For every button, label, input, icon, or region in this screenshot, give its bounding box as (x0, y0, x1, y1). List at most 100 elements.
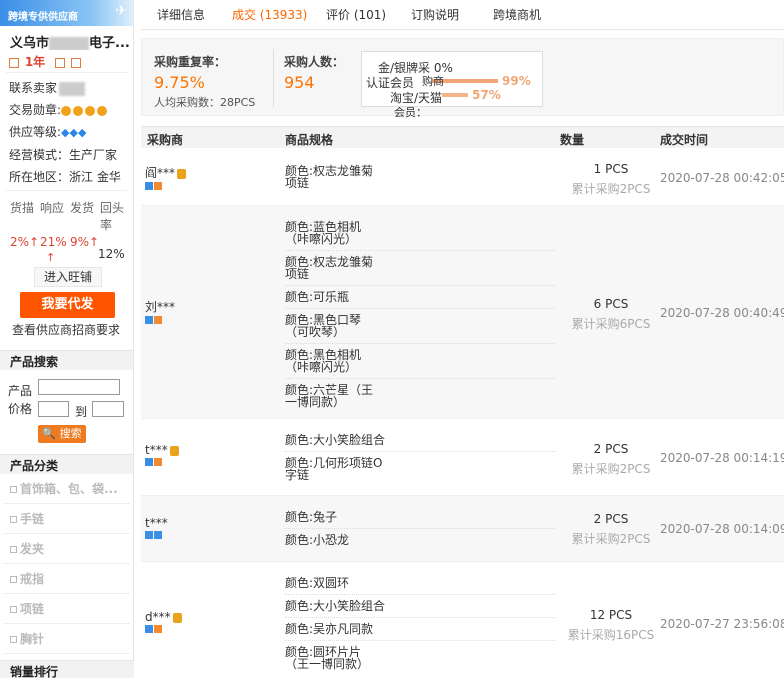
quantity: 6 PCS 累计采购6PCS (571, 297, 651, 331)
up-arrow-icon: ↑ (46, 251, 56, 264)
purchase-summary: 采购重复率： 9.75% 人均采购数：28PCS 采购人数： 954 金/银牌采… (141, 38, 784, 119)
expand-icon (10, 576, 17, 583)
product-keyword-input[interactable] (38, 379, 120, 395)
buyer-name: t*** (145, 516, 168, 545)
buyer-name: 阎*** (145, 164, 187, 196)
contact-seller-link[interactable]: 联系卖家 (9, 81, 57, 95)
verified-icon (55, 57, 66, 68)
buyer-name: d*** (145, 610, 182, 639)
category-item[interactable]: 胸针 (4, 624, 129, 654)
quantity: 12 PCS 累计采购16PCS (567, 608, 655, 642)
tab-transactions[interactable]: 成交 (13933) (232, 6, 307, 23)
medal-icon (85, 105, 96, 116)
business-model: 经营模式：生产厂家 (9, 148, 118, 162)
stats-trend: ↑ 12% (0, 247, 133, 267)
medal-icon (97, 105, 108, 116)
price-label: 价格 (8, 402, 33, 416)
price-to-label: 到 (75, 405, 88, 419)
supply-level-label: 供应等级: (9, 125, 62, 139)
search-button[interactable]: 🔍 搜索 (38, 425, 86, 443)
avg-purchase: 人均采购数：28PCS (154, 96, 256, 109)
sales-rank-title: 销量排行 (0, 660, 134, 678)
member-icon (145, 316, 153, 324)
repeat-rate-value: 9.75% (154, 73, 205, 92)
trade-medal-label: 交易勋章: (9, 103, 62, 117)
spec-list: 颜色:兔子 颜色:小恐龙 (285, 506, 555, 551)
table-row: d*** 颜色:双圆环 颜色:大小笑脸组合 颜色:吴亦凡同款 颜色:圆环片片（王… (141, 562, 784, 678)
category-item[interactable]: 手链 (4, 504, 129, 534)
crown-icon (169, 445, 179, 456)
enter-shop-button[interactable]: 进入旺铺 (34, 267, 102, 287)
expand-icon (10, 486, 17, 493)
price-max-input[interactable] (92, 401, 124, 417)
table-row: 阎*** 颜色:权志龙雏菊项链 1 PCS 累计采购2PCS 2020-07-2… (141, 148, 784, 206)
member-icon (145, 458, 153, 466)
medal-icon (73, 105, 84, 116)
tab-cross-border[interactable]: 跨境商机 (493, 6, 541, 23)
table-row: t*** 颜色:兔子 颜色:小恐龙 2 PCS 累计采购2PCS 2020-07… (141, 496, 784, 562)
buyers-block: 采购人数： 954 (284, 55, 345, 92)
expand-icon (10, 546, 17, 553)
product-label: 产品 (8, 384, 33, 398)
badge-icon (154, 316, 162, 324)
category-item[interactable]: 项链 (4, 594, 129, 624)
spec-list: 颜色:权志龙雏菊项链 (285, 164, 374, 190)
spec-list: 颜色:大小笑脸组合 颜色:几何形项链O字链 (285, 429, 555, 486)
quantity: 2 PCS 累计采购2PCS (571, 442, 651, 476)
category-item[interactable]: 戒指 (4, 564, 129, 594)
diamond-icon: ◆◆◆ (61, 126, 87, 139)
crown-icon (172, 612, 182, 623)
deal-time: 2020-07-28 00:40:49 (660, 306, 784, 320)
buyer-name: 刘*** (145, 298, 175, 330)
buyer-breakdown-tooltip: 金/银牌采 0% 认证会员 99% 淘宝/天猫 57% 会员： 购商 (361, 51, 543, 119)
medal-icon (61, 105, 72, 116)
membership-icon (9, 57, 19, 68)
table-row: t*** 颜色:大小笑脸组合 颜色:几何形项链O字链 2 PCS 累计采购2PC… (141, 419, 784, 496)
expand-icon (10, 516, 17, 523)
main-content: 详细信息 成交 (13933) 评价 (101) 订购说明 跨境商机 采购重复率… (141, 0, 784, 678)
repeat-rate-block: 采购重复率： 9.75% 人均采购数：28PCS (154, 55, 256, 109)
transactions-table-header: 采购商 商品规格 数量 成交时间 (141, 126, 784, 148)
expand-icon (10, 606, 17, 613)
table-row: 刘*** 颜色:蓝色相机（咔嚓闪光） 颜色:权志龙雏菊项链 颜色:可乐瓶 颜色:… (141, 206, 784, 419)
supplier-info: 联系卖家 交易勋章: 供应等级:◆◆◆ 经营模式：生产厂家 所在地区：浙江 金华 (0, 75, 133, 188)
region: 所在地区：浙江 金华 (9, 170, 121, 184)
buyers-value: 954 (284, 73, 315, 92)
dropship-button[interactable]: 我要代发 (20, 292, 115, 318)
member-icon (145, 531, 153, 539)
badge-icon (154, 531, 162, 539)
product-search-form: 产品 价格 到 🔍 搜索 (0, 370, 133, 450)
shop-name[interactable]: 义乌市 电子... (0, 26, 133, 50)
supplier-sidebar: 跨境专供供应商 ✈ 义乌市 电子... 1年 联系卖家 交易勋章: 供应等级:◆◆… (0, 0, 134, 678)
product-search-title: 产品搜索 (0, 350, 133, 370)
deal-time: 2020-07-28 00:14:09 (660, 522, 784, 536)
taobao-member-bar (442, 93, 468, 97)
tab-details[interactable]: 详细信息 (157, 6, 205, 23)
cross-border-banner: 跨境专供供应商 ✈ (0, 0, 133, 26)
tab-reviews[interactable]: 评价 (101) (326, 6, 386, 23)
blurred-contact (59, 81, 86, 96)
plane-icon: ✈ (115, 3, 127, 19)
category-title: 产品分类 (0, 454, 133, 474)
guarantee-icon (70, 57, 81, 68)
badge-icon (154, 625, 162, 633)
deal-time: 2020-07-28 00:14:19 (660, 451, 784, 465)
member-icon (145, 182, 153, 190)
years-value: 1年 (24, 55, 46, 69)
category-item[interactable]: 首饰箱、包、袋... (4, 474, 129, 504)
quantity: 1 PCS 累计采购2PCS (571, 162, 651, 196)
membership-years: 1年 (0, 50, 133, 70)
deal-time: 2020-07-28 00:42:05 (660, 171, 784, 185)
tab-bar: 详细信息 成交 (13933) 评价 (101) 订购说明 跨境商机 (141, 0, 784, 30)
banner-text: 跨境专供供应商 (8, 12, 78, 23)
badge-icon (154, 182, 162, 190)
tab-order-notes[interactable]: 订购说明 (411, 6, 459, 23)
category-item[interactable]: 发夹 (4, 534, 129, 564)
buyer-name: t*** (145, 443, 179, 472)
spec-list: 颜色:蓝色相机（咔嚓闪光） 颜色:权志龙雏菊项链 颜色:可乐瓶 颜色:黑色口琴（… (285, 216, 555, 413)
service-stats-labels: 货描 响应 发货 回头率 (10, 201, 125, 232)
blurred-name (49, 36, 90, 50)
crown-icon (177, 168, 187, 179)
view-requirements-link[interactable]: 查看供应商招商要求 (0, 318, 133, 338)
price-min-input[interactable] (38, 401, 69, 417)
